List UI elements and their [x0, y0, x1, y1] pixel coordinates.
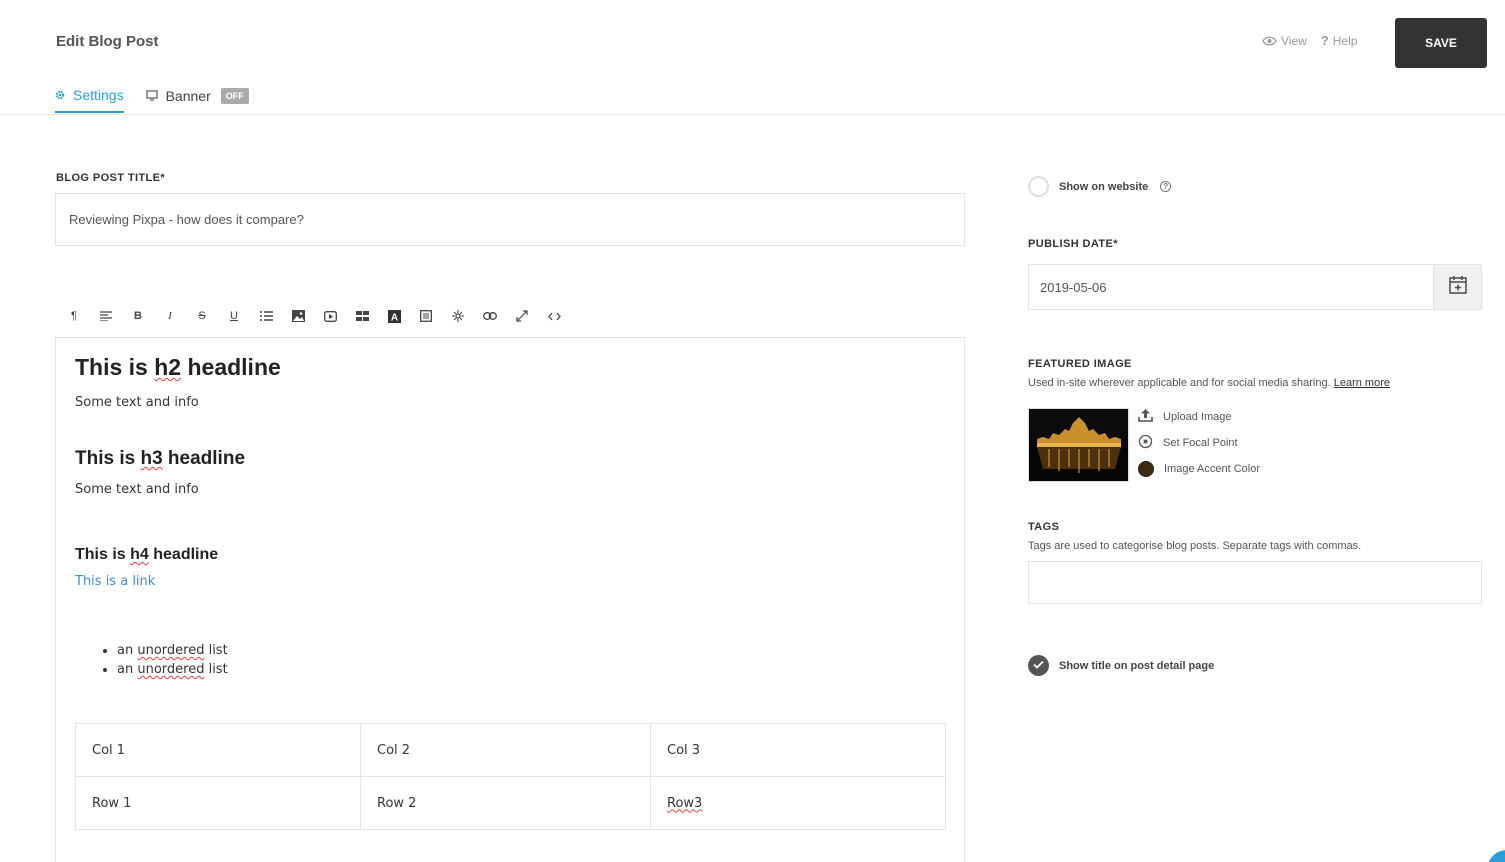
code-icon[interactable] [538, 306, 570, 326]
table-cell: Col 1 [75, 723, 361, 777]
table-cell: Row 1 [75, 776, 361, 830]
font-color-icon[interactable]: A [378, 306, 410, 326]
show-title-checkbox[interactable] [1028, 655, 1049, 676]
editor-h3: This is h3 headline [75, 448, 246, 469]
image-accent-color-action[interactable]: Image Accent Color [1138, 460, 1260, 477]
editor-unordered-list: an unordered list an unordered list [117, 643, 945, 677]
editor-toolbar: ¶ B I S U A [58, 306, 570, 326]
paragraph-icon[interactable]: ¶ [58, 306, 90, 326]
focal-point-icon [1138, 434, 1153, 452]
page-title: Edit Blog Post [56, 33, 159, 50]
chat-widget-button[interactable] [1487, 850, 1505, 862]
align-icon[interactable] [90, 306, 122, 326]
editor-paragraph: Some text and info [75, 395, 199, 410]
image-actions: Upload Image Set Focal Point Image Accen… [1138, 408, 1260, 477]
upload-image-label: Upload Image [1163, 410, 1232, 423]
list-icon[interactable] [250, 306, 282, 326]
publish-date-field [1028, 264, 1482, 310]
help-link[interactable]: ? Help [1321, 33, 1358, 48]
view-link[interactable]: View [1262, 33, 1307, 48]
link-icon[interactable] [474, 306, 506, 326]
editor-paragraph: Some text and info [75, 482, 199, 497]
learn-more-link[interactable]: Learn more [1334, 377, 1390, 389]
editor-link[interactable]: This is a link [75, 574, 945, 589]
italic-icon[interactable]: I [154, 306, 186, 326]
tags-input[interactable] [1028, 561, 1482, 604]
question-icon: ? [1320, 33, 1329, 48]
view-label: View [1281, 33, 1307, 48]
tags-label: TAGS [1028, 521, 1060, 533]
editor-table: Col 1 Col 2 Col 3 Row 1 Row 2 Row3 [75, 723, 946, 830]
editor-h2: This is h2 headline [75, 354, 281, 380]
accent-color-swatch [1138, 460, 1154, 477]
svg-text:A: A [390, 312, 397, 323]
checkmark-icon [1033, 660, 1044, 672]
publish-date-input[interactable] [1029, 265, 1433, 309]
tags-description: Tags are used to categorise blog posts. … [1028, 540, 1362, 552]
bold-icon[interactable]: B [122, 306, 154, 326]
monitor-icon [145, 88, 158, 104]
tab-settings-label: Settings [73, 87, 124, 103]
show-on-website-label: Show on website [1059, 180, 1149, 193]
set-focal-point-label: Set Focal Point [1163, 436, 1238, 449]
set-focal-point-action[interactable]: Set Focal Point [1138, 434, 1260, 451]
show-on-website-row: Show on website ? [1028, 176, 1172, 197]
calendar-button[interactable] [1433, 265, 1481, 309]
table-cell: Row 2 [360, 776, 651, 830]
show-title-label: Show title on post detail page [1059, 659, 1215, 672]
rich-text-editor[interactable]: This is h2 headline Some text and info T… [55, 337, 965, 862]
calendar-icon [1448, 275, 1467, 299]
image-accent-color-label: Image Accent Color [1164, 462, 1260, 475]
gear-icon [55, 87, 65, 103]
help-circle-icon[interactable]: ? [1160, 181, 1172, 192]
show-on-website-radio[interactable] [1028, 176, 1049, 197]
table-row: Row 1 Row 2 Row3 [75, 776, 946, 830]
editor-h4: This is h4 headline [75, 546, 219, 563]
table-cell: Row3 [650, 776, 946, 830]
eye-icon [1262, 36, 1277, 46]
list-item: an unordered list [117, 643, 945, 658]
publish-date-label: PUBLISH DATE* [1028, 238, 1118, 250]
tab-bar: Settings Banner OFF [55, 87, 249, 113]
featured-image-label: FEATURED IMAGE [1028, 358, 1132, 370]
tabs-divider [0, 114, 1505, 115]
table-cell: Col 2 [360, 723, 651, 777]
widget-icon[interactable] [442, 306, 474, 326]
upload-icon [1138, 408, 1153, 425]
strikethrough-icon[interactable]: S [186, 306, 218, 326]
block-icon[interactable] [410, 306, 442, 326]
list-item: an unordered list [117, 662, 945, 677]
underline-icon[interactable]: U [218, 306, 250, 326]
show-title-row: Show title on post detail page [1028, 655, 1214, 676]
table-cell: Col 3 [650, 723, 946, 777]
tab-banner[interactable]: Banner OFF [145, 87, 249, 113]
help-label: Help [1332, 33, 1358, 48]
fullscreen-icon[interactable] [506, 306, 538, 326]
video-icon[interactable] [314, 306, 346, 326]
featured-image-thumbnail[interactable] [1028, 408, 1129, 482]
top-links: View ? Help [1262, 33, 1357, 48]
title-field-label: BLOG POST TITLE* [56, 172, 166, 184]
blog-title-input[interactable] [55, 193, 965, 246]
image-icon[interactable] [282, 306, 314, 326]
featured-image-description: Used in-site wherever applicable and for… [1028, 377, 1390, 389]
table-row: Col 1 Col 2 Col 3 [75, 723, 946, 777]
table-icon[interactable] [346, 306, 378, 326]
save-button[interactable]: SAVE [1395, 18, 1487, 68]
upload-image-action[interactable]: Upload Image [1138, 408, 1260, 425]
banner-status-badge: OFF [220, 88, 249, 104]
tab-settings[interactable]: Settings [55, 87, 124, 113]
tab-banner-label: Banner [165, 88, 211, 104]
